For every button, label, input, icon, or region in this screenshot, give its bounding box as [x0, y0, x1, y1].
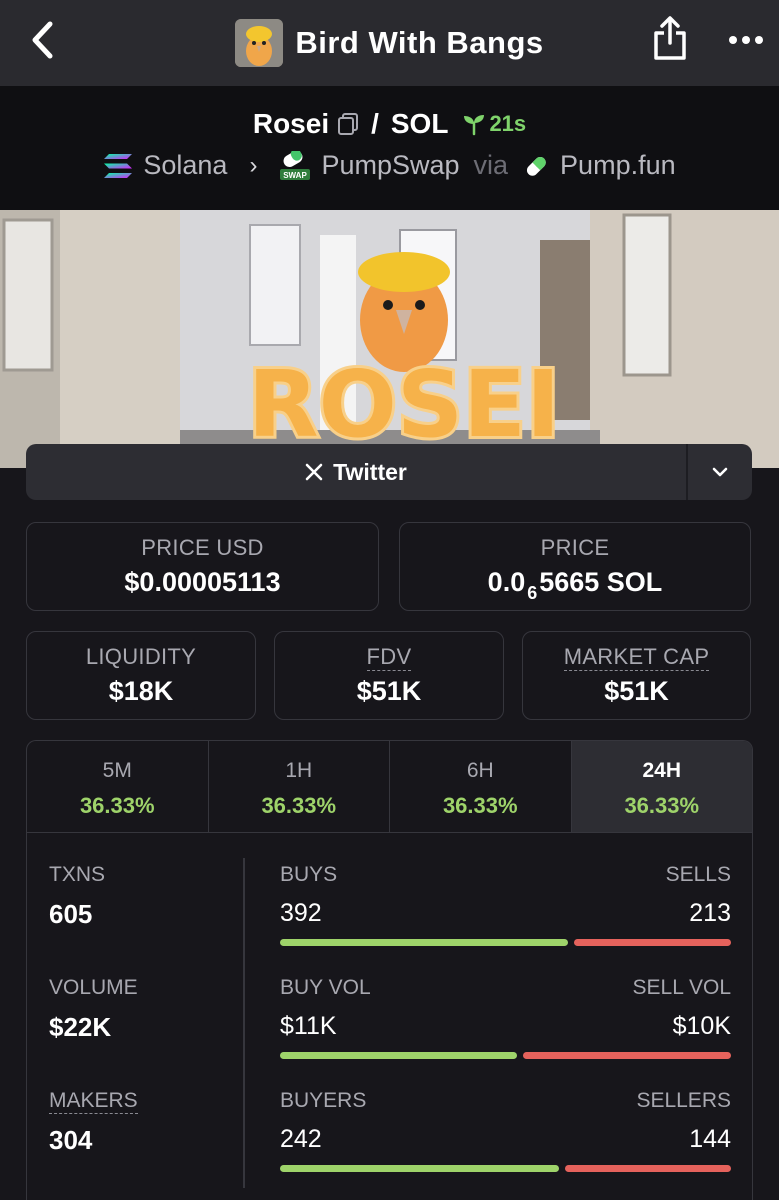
- buyers-sellers-row: BUYERS SELLERS 242 144: [280, 1089, 731, 1172]
- share-icon: [654, 16, 686, 60]
- price-native-value: 0.0 65665 SOL: [400, 567, 750, 604]
- back-button[interactable]: [22, 18, 62, 62]
- makers-metric[interactable]: MAKERS 304: [49, 1089, 138, 1156]
- more-options-button[interactable]: [722, 20, 770, 60]
- sprout-icon: [464, 115, 485, 136]
- volume-split-bar: [280, 1052, 731, 1059]
- makers-value: 304: [49, 1125, 93, 1155]
- buys-value: 392: [280, 899, 322, 927]
- dex-link[interactable]: PumpSwap: [321, 150, 459, 181]
- buy-vol-label: BUY VOL: [280, 976, 371, 999]
- token-banner-image: ROSEI: [0, 210, 779, 468]
- price-native-label: PRICE: [540, 535, 610, 560]
- price-usd-value: $0.00005113: [124, 567, 281, 597]
- buyers-sellers-bar: [280, 1165, 731, 1172]
- panel-divider: [243, 858, 245, 1188]
- sells-value: 213: [689, 899, 731, 927]
- volume-metric: VOLUME $22K: [49, 976, 138, 1043]
- price-native-zero-count: 6: [527, 583, 538, 603]
- sell-vol-label: SELL VOL: [632, 976, 731, 999]
- volume-label: VOLUME: [49, 976, 138, 999]
- banner-word: ROSEI: [248, 351, 560, 458]
- base-token-symbol: Rosei: [252, 108, 330, 139]
- copy-icon[interactable]: [337, 112, 359, 136]
- price-native-card: PRICE 0.0 65665 SOL: [399, 522, 751, 611]
- trading-stats-panel: 5M 36.33% 1H 36.33% 6H 36.33% 24H 36.33%…: [26, 740, 753, 1200]
- top-nav-bar: Bird With Bangs: [0, 0, 779, 86]
- liquidity-card: LIQUIDITY $18K: [26, 631, 256, 720]
- market-cap-card[interactable]: MARKET CAP $51K: [522, 631, 751, 720]
- timeframe-tabs: 5M 36.33% 1H 36.33% 6H 36.33% 24H 36.33%: [27, 741, 752, 833]
- fdv-label: FDV: [366, 644, 412, 671]
- sell-vol-value: $10K: [672, 1012, 731, 1040]
- twitter-link-button[interactable]: Twitter: [26, 444, 686, 500]
- liquidity-value: $18K: [108, 676, 174, 706]
- market-cap-label: MARKET CAP: [563, 644, 710, 671]
- volume-value: $22K: [49, 1012, 112, 1042]
- social-links-bar: Twitter: [26, 444, 752, 500]
- price-native-prefix: 0.0: [487, 567, 526, 597]
- page-title: Bird With Bangs: [295, 25, 544, 60]
- pair-age: 21s: [462, 111, 526, 137]
- txns-metric: TXNS 605: [49, 863, 105, 930]
- quote-token-symbol: SOL: [390, 108, 449, 139]
- tab-6h[interactable]: 6H 36.33%: [390, 741, 572, 832]
- sell-vol-bar-segment: [522, 1052, 731, 1059]
- buys-sells-bar: [280, 939, 731, 946]
- tab-24h[interactable]: 24H 36.33%: [571, 741, 752, 832]
- svg-text:SWAP: SWAP: [284, 171, 308, 180]
- tab-1h[interactable]: 1H 36.33%: [209, 741, 390, 832]
- breadcrumb-chevron-icon: ›: [249, 151, 258, 179]
- txns-label: TXNS: [49, 863, 106, 886]
- buyers-bar-segment: [280, 1165, 559, 1172]
- pair-age-value: 21s: [489, 111, 527, 136]
- share-button[interactable]: [648, 12, 692, 64]
- buys-sells-row: BUYS SELLS 392 213: [280, 863, 731, 946]
- via-label: via: [473, 150, 509, 180]
- buyers-label: BUYERS: [280, 1089, 367, 1112]
- price-usd-card: PRICE USD $0.00005113: [26, 522, 379, 611]
- price-usd-label: PRICE USD: [141, 535, 264, 560]
- makers-label: MAKERS: [49, 1089, 138, 1114]
- more-dots-icon: [729, 36, 763, 44]
- market-cap-value: $51K: [604, 676, 669, 706]
- txns-value: 605: [49, 899, 93, 929]
- pair-separator: /: [371, 108, 379, 139]
- buys-label: BUYS: [280, 863, 338, 886]
- liquidity-label: LIQUIDITY: [85, 644, 197, 669]
- sellers-value: 144: [689, 1125, 731, 1153]
- volume-split-row: BUY VOL SELL VOL $11K $10K: [280, 976, 731, 1059]
- buy-vol-value: $11K: [280, 1012, 337, 1040]
- chevron-down-icon: [712, 467, 728, 477]
- buy-vol-bar-segment: [280, 1052, 517, 1059]
- chain-link[interactable]: Solana: [143, 150, 227, 181]
- launchpad-link[interactable]: Pump.fun: [560, 150, 676, 181]
- pumpfun-pill-icon: [527, 156, 546, 176]
- twitter-link-label: Twitter: [333, 458, 407, 485]
- price-native-suffix: 5665 SOL: [539, 567, 663, 597]
- sellers-label: SELLERS: [636, 1089, 731, 1112]
- token-avatar: [235, 19, 284, 67]
- chevron-left-icon: [32, 21, 53, 59]
- fdv-value: $51K: [356, 676, 422, 706]
- fdv-card[interactable]: FDV $51K: [274, 631, 504, 720]
- sells-label: SELLS: [665, 863, 731, 886]
- x-logo-icon: [305, 463, 323, 481]
- buyers-value: 242: [280, 1125, 322, 1153]
- links-dropdown-button[interactable]: [686, 444, 752, 500]
- pair-header: Rosei / SOL 21s Solana › SWAP PumpSwap v…: [0, 86, 779, 210]
- sellers-bar-segment: [565, 1165, 731, 1172]
- tab-5m[interactable]: 5M 36.33%: [27, 741, 209, 832]
- solana-logo-icon: [104, 153, 133, 178]
- buys-bar-segment: [280, 939, 569, 946]
- sells-bar-segment: [574, 939, 731, 946]
- pumpswap-logo-icon: SWAP: [280, 150, 311, 180]
